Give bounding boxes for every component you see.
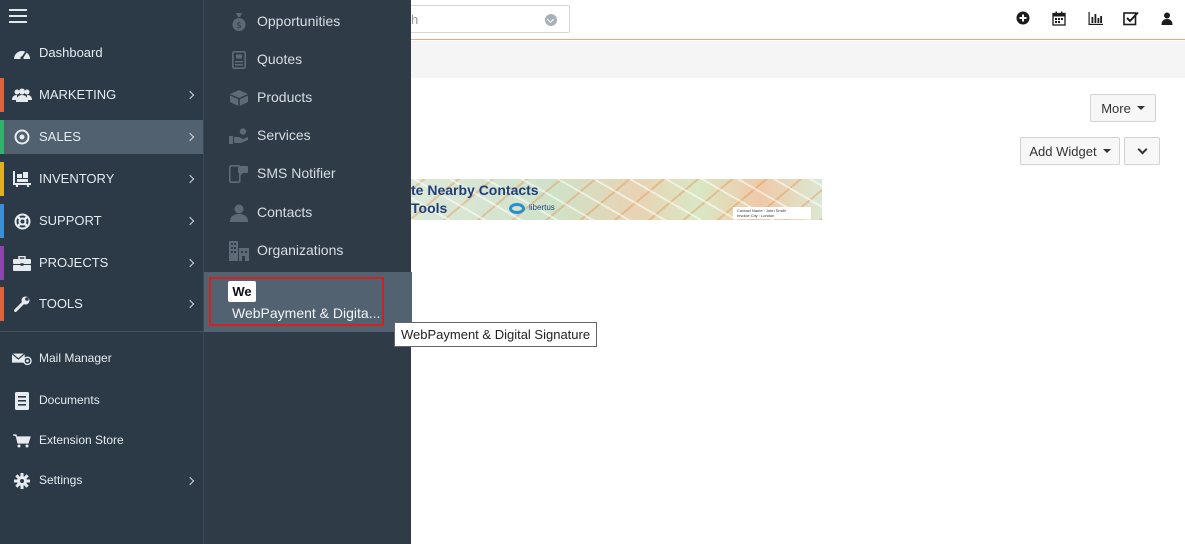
sidebar-item-label: TOOLS <box>39 296 83 311</box>
banner-card-line: Invoice City : London <box>737 213 775 218</box>
sidebar-item-mail-manager[interactable]: Mail Manager <box>0 342 203 376</box>
collapse-toggle-button[interactable] <box>1124 137 1160 165</box>
sidebar-item-label: Extension Store <box>39 433 124 447</box>
inventory-cart-icon <box>12 170 32 188</box>
banner-subtitle: Tools <box>411 200 448 216</box>
target-icon <box>12 128 32 146</box>
nearby-contacts-banner[interactable]: te Nearby Contacts Tools libertus Contac… <box>411 179 822 220</box>
user-icon[interactable] <box>1149 0 1185 36</box>
add-icon[interactable] <box>1005 0 1041 36</box>
chevron-right-icon <box>185 90 195 100</box>
dashboard-icon <box>12 44 32 62</box>
submenu-item-label: Organizations <box>257 242 344 258</box>
chevron-right-icon <box>185 258 195 268</box>
sidebar-item-projects[interactable]: PROJECTS <box>0 246 203 280</box>
chevron-right-icon <box>185 299 195 309</box>
global-search-box[interactable]: h <box>406 5 570 33</box>
sidebar-item-settings[interactable]: Settings <box>0 464 203 498</box>
chevron-right-icon <box>185 476 195 486</box>
submenu-item-quotes[interactable]: Quotes <box>204 41 412 77</box>
sidebar-item-label: INVENTORY <box>39 171 115 186</box>
search-input[interactable]: h <box>411 12 418 27</box>
sidebar-item-sales[interactable]: SALES <box>0 120 203 154</box>
sales-submenu: $ Opportunities Quotes Products Services… <box>203 0 412 544</box>
money-bag-icon: $ <box>229 12 249 32</box>
caret-down-icon <box>1102 149 1111 153</box>
quote-icon <box>229 50 249 70</box>
wrench-icon <box>12 295 32 313</box>
caret-down-icon <box>1136 106 1145 110</box>
category-stripe <box>0 204 4 238</box>
sidebar-item-label: SUPPORT <box>39 213 102 228</box>
chevron-down-icon <box>1137 144 1147 154</box>
briefcase-icon <box>12 254 32 272</box>
sidebar-divider <box>0 331 203 332</box>
mobile-sms-icon <box>229 164 249 184</box>
add-widget-button[interactable]: Add Widget <box>1020 137 1120 165</box>
banner-title: te Nearby Contacts <box>411 182 539 198</box>
service-hand-icon <box>229 126 249 146</box>
box-icon <box>229 88 249 108</box>
sidebar-item-documents[interactable]: Documents <box>0 384 203 418</box>
category-stripe <box>0 162 4 196</box>
building-icon <box>229 241 249 261</box>
svg-text:$: $ <box>236 21 242 31</box>
chevron-right-icon <box>185 216 195 226</box>
document-icon <box>12 392 32 410</box>
submenu-item-contacts[interactable]: Contacts <box>204 194 412 230</box>
sidebar-item-label: SALES <box>39 129 81 144</box>
shopping-cart-icon <box>12 432 32 450</box>
header-actions <box>1005 0 1185 36</box>
chart-icon[interactable] <box>1077 0 1113 36</box>
sidebar-item-label: MARKETING <box>39 87 117 102</box>
tasks-icon[interactable] <box>1113 0 1149 36</box>
submenu-item-sms-notifier[interactable]: SMS Notifier <box>204 155 412 191</box>
more-button-label: More <box>1101 100 1131 116</box>
menu-toggle-icon[interactable] <box>9 9 27 23</box>
sidebar-item-tools[interactable]: TOOLS <box>0 287 203 321</box>
gear-icon <box>12 472 32 490</box>
submenu-item-services[interactable]: Services <box>204 117 412 153</box>
sidebar-item-inventory[interactable]: INVENTORY <box>0 162 203 196</box>
sidebar-item-label: Dashboard <box>39 45 103 60</box>
add-widget-label: Add Widget <box>1029 143 1097 159</box>
libertus-logo-icon <box>509 203 525 214</box>
main-sidebar: Dashboard MARKETING SALES INVENTORY SUPP… <box>0 0 203 544</box>
submenu-item-label: SMS Notifier <box>257 165 336 181</box>
submenu-item-organizations[interactable]: Organizations <box>204 232 412 268</box>
submenu-item-label: Contacts <box>257 204 313 220</box>
mail-manager-icon <box>12 350 32 368</box>
webpayment-menu-label[interactable]: WebPayment & Digita... <box>232 305 380 321</box>
webpayment-tooltip: WebPayment & Digital Signature <box>394 322 598 347</box>
webpayment-module-badge: We <box>228 281 256 302</box>
contact-person-icon <box>229 203 249 223</box>
category-stripe <box>0 78 4 112</box>
users-icon <box>12 86 32 104</box>
sidebar-item-label: Settings <box>39 473 83 487</box>
chevron-right-icon <box>185 174 195 184</box>
sidebar-item-dashboard[interactable]: Dashboard <box>0 36 203 70</box>
life-ring-icon <box>12 212 32 230</box>
submenu-item-opportunities[interactable]: $ Opportunities <box>204 3 412 39</box>
category-stripe <box>0 246 4 280</box>
sidebar-item-extension-store[interactable]: Extension Store <box>0 424 203 458</box>
category-stripe <box>0 287 4 321</box>
submenu-item-label: Quotes <box>257 51 303 67</box>
submenu-item-label: Opportunities <box>257 13 341 29</box>
banner-contact-card: Contact Name : John Smith Invoice City :… <box>733 207 811 219</box>
submenu-item-label: Products <box>257 89 313 105</box>
calendar-icon[interactable] <box>1041 0 1077 36</box>
category-stripe <box>0 120 4 154</box>
sidebar-item-label: Documents <box>39 393 100 407</box>
sidebar-item-marketing[interactable]: MARKETING <box>0 78 203 112</box>
submenu-item-products[interactable]: Products <box>204 79 412 115</box>
more-button[interactable]: More <box>1090 94 1156 122</box>
sidebar-item-label: PROJECTS <box>39 255 109 270</box>
search-filter-dropdown-icon[interactable] <box>545 14 557 26</box>
sidebar-item-label: Mail Manager <box>39 351 112 365</box>
banner-brand: libertus <box>529 203 555 212</box>
chevron-right-icon <box>185 132 195 142</box>
sidebar-item-support[interactable]: SUPPORT <box>0 204 203 238</box>
submenu-item-label: Services <box>257 127 311 143</box>
